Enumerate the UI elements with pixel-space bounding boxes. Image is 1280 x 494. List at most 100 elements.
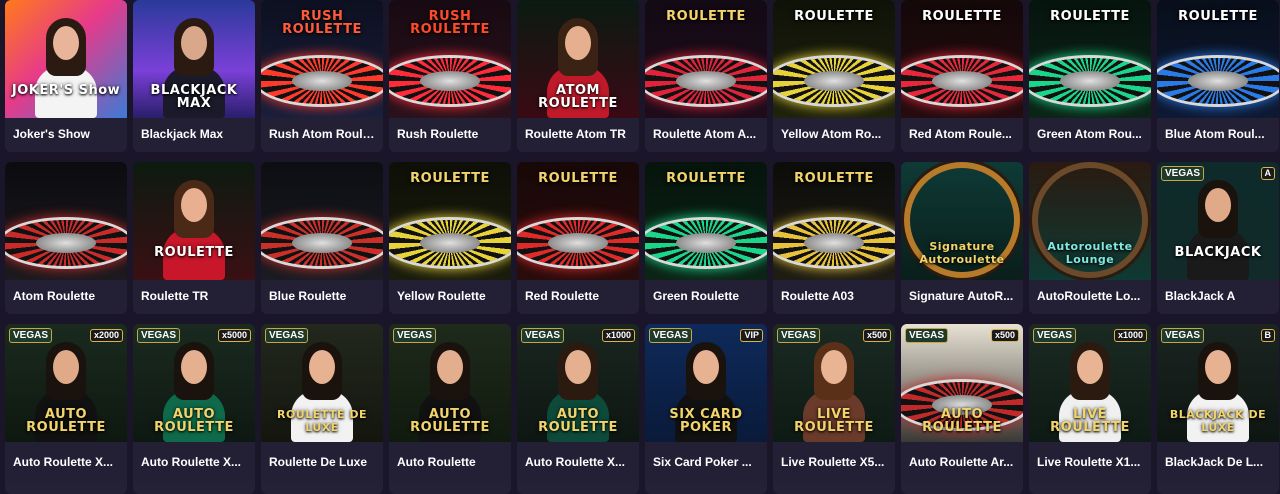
game-thumbnail[interactable]: VEGAS x500 AUTO ROULETTE bbox=[901, 324, 1023, 442]
game-card[interactable]: VEGAS x5000 AUTO ROULETTE Auto Roulette X..… bbox=[133, 324, 255, 494]
game-title[interactable]: BlackJack A bbox=[1157, 280, 1279, 314]
game-thumbnail[interactable]: RUSH ROULETTE bbox=[261, 0, 383, 118]
dealer-face bbox=[565, 350, 591, 384]
game-card[interactable]: VEGAS x500 AUTO ROULETTE Auto Roulette Ar..… bbox=[901, 324, 1023, 494]
game-thumbnail[interactable]: VEGAS x5000 AUTO ROULETTE bbox=[133, 324, 255, 442]
game-title[interactable]: Auto Roulette Ar... bbox=[901, 442, 1023, 482]
game-card[interactable]: RUSH ROULETTE Rush Atom Roulette bbox=[261, 0, 383, 152]
game-card[interactable]: ROULETTE Roulette Atom A... bbox=[645, 0, 767, 152]
game-card[interactable]: ROULETTE Yellow Roulette bbox=[389, 162, 511, 314]
game-title[interactable]: Red Roulette bbox=[517, 280, 639, 314]
multiplier-badge: x5000 bbox=[217, 329, 251, 342]
game-thumbnail[interactable] bbox=[5, 162, 127, 280]
game-card[interactable]: VEGAS x500 LIVE ROULETTE Live Roulette X5..… bbox=[773, 324, 895, 494]
game-title[interactable]: BlackJack De L... bbox=[1157, 442, 1279, 482]
game-card[interactable]: VEGAS A BLACKJACK BlackJack A bbox=[1157, 162, 1279, 314]
game-card[interactable]: ROULETTE Roulette TR bbox=[133, 162, 255, 314]
game-card[interactable]: BLACKJACK MAX Blackjack Max bbox=[133, 0, 255, 152]
game-card[interactable]: ROULETTE Blue Atom Roul... bbox=[1157, 0, 1279, 152]
game-thumbnail[interactable]: VEGAS ROULETTE DE LUXE bbox=[261, 324, 383, 442]
game-artwork: ROULETTE bbox=[645, 0, 767, 118]
game-card[interactable]: ROULETTE Green Roulette bbox=[645, 162, 767, 314]
game-card[interactable]: Signature Autoroulette Signature AutoR... bbox=[901, 162, 1023, 314]
game-thumbnail[interactable]: ROULETTE bbox=[645, 162, 767, 280]
game-title[interactable]: Rush Roulette bbox=[389, 118, 511, 152]
game-card[interactable]: Atom Roulette bbox=[5, 162, 127, 314]
game-artwork: ROULETTE bbox=[773, 0, 895, 118]
game-thumbnail[interactable]: ROULETTE bbox=[901, 0, 1023, 118]
game-card[interactable]: JOKER'S Show Joker's Show bbox=[5, 0, 127, 152]
game-thumbnail[interactable]: VEGAS A BLACKJACK bbox=[1157, 162, 1279, 280]
game-title[interactable]: Yellow Atom Ro... bbox=[773, 118, 895, 152]
game-thumbnail[interactable]: BLACKJACK MAX bbox=[133, 0, 255, 118]
game-title[interactable]: Auto Roulette bbox=[389, 442, 511, 482]
game-title[interactable]: Roulette A03 bbox=[773, 280, 895, 314]
game-title[interactable]: Atom Roulette bbox=[5, 280, 127, 314]
vegas-badge: VEGAS bbox=[649, 328, 693, 343]
game-card[interactable]: VEGAS x2000 AUTO ROULETTE Auto Roulette X..… bbox=[5, 324, 127, 494]
game-title[interactable]: Blackjack Max bbox=[133, 118, 255, 152]
game-thumbnail[interactable]: ROULETTE bbox=[389, 162, 511, 280]
game-card[interactable]: RUSH ROULETTE Rush Roulette bbox=[389, 0, 511, 152]
game-title[interactable]: Auto Roulette X... bbox=[517, 442, 639, 482]
game-title[interactable]: AutoRoulette Lo... bbox=[1029, 280, 1151, 314]
game-title[interactable]: Signature AutoR... bbox=[901, 280, 1023, 314]
game-title[interactable]: Roulette Atom TR bbox=[517, 118, 639, 152]
game-thumbnail[interactable]: VEGAS x1000 LIVE ROULETTE bbox=[1029, 324, 1151, 442]
game-title[interactable]: Six Card Poker ... bbox=[645, 442, 767, 482]
game-card[interactable]: ROULETTE Yellow Atom Ro... bbox=[773, 0, 895, 152]
game-thumbnail[interactable]: ATOM ROULETTE bbox=[517, 0, 639, 118]
game-card[interactable]: Autoroulette Lounge AutoRoulette Lo... bbox=[1029, 162, 1151, 314]
game-card[interactable]: VEGAS VIP SIX CARD POKER Six Card Poker ... bbox=[645, 324, 767, 494]
game-card[interactable]: ROULETTE Green Atom Rou... bbox=[1029, 0, 1151, 152]
game-card[interactable]: VEGAS x1000 LIVE ROULETTE Live Roulette X1.… bbox=[1029, 324, 1151, 494]
game-title[interactable]: Green Roulette bbox=[645, 280, 767, 314]
game-thumbnail[interactable]: ROULETTE bbox=[133, 162, 255, 280]
game-artwork bbox=[261, 162, 383, 280]
game-card[interactable]: Blue Roulette bbox=[261, 162, 383, 314]
game-card[interactable]: VEGAS ROULETTE DE LUXE Roulette De Luxe bbox=[261, 324, 383, 494]
game-logo-text: RUSH ROULETTE bbox=[410, 9, 490, 37]
game-thumbnail[interactable]: Signature Autoroulette bbox=[901, 162, 1023, 280]
game-thumbnail[interactable]: ROULETTE bbox=[645, 0, 767, 118]
game-card[interactable]: ROULETTE Roulette A03 bbox=[773, 162, 895, 314]
game-artwork: VEGAS ROULETTE DE LUXE bbox=[261, 324, 383, 442]
game-thumbnail[interactable]: ROULETTE bbox=[1157, 0, 1279, 118]
game-thumbnail[interactable]: ROULETTE bbox=[773, 162, 895, 280]
roulette-wheel-icon bbox=[1029, 58, 1151, 104]
game-title[interactable]: Blue Atom Roul... bbox=[1157, 118, 1279, 152]
game-thumbnail[interactable]: ROULETTE bbox=[773, 0, 895, 118]
game-title[interactable]: Blue Roulette bbox=[261, 280, 383, 314]
game-thumbnail[interactable]: VEGAS AUTO ROULETTE bbox=[389, 324, 511, 442]
game-title[interactable]: Auto Roulette X... bbox=[133, 442, 255, 482]
game-title[interactable]: Roulette TR bbox=[133, 280, 255, 314]
game-thumbnail[interactable]: ROULETTE bbox=[517, 162, 639, 280]
game-thumbnail[interactable]: VEGAS x2000 AUTO ROULETTE bbox=[5, 324, 127, 442]
game-title[interactable]: Auto Roulette X... bbox=[5, 442, 127, 482]
game-artwork: VEGAS x500 AUTO ROULETTE bbox=[901, 324, 1023, 442]
game-card[interactable]: VEGAS B BLACKJACK DE LUXE BlackJack De L... bbox=[1157, 324, 1279, 494]
game-title[interactable]: Live Roulette X1... bbox=[1029, 442, 1151, 482]
game-thumbnail[interactable]: JOKER'S Show bbox=[5, 0, 127, 118]
game-card[interactable]: ROULETTE Red Roulette bbox=[517, 162, 639, 314]
game-card[interactable]: VEGAS x1000 AUTO ROULETTE Auto Roulette X..… bbox=[517, 324, 639, 494]
game-card[interactable]: ROULETTE Red Atom Roule... bbox=[901, 0, 1023, 152]
game-card[interactable]: ATOM ROULETTE Roulette Atom TR bbox=[517, 0, 639, 152]
game-title[interactable]: Roulette Atom A... bbox=[645, 118, 767, 152]
game-title[interactable]: Live Roulette X5... bbox=[773, 442, 895, 482]
game-thumbnail[interactable]: ROULETTE bbox=[1029, 0, 1151, 118]
game-thumbnail[interactable]: VEGAS VIP SIX CARD POKER bbox=[645, 324, 767, 442]
game-title[interactable]: Yellow Roulette bbox=[389, 280, 511, 314]
game-title[interactable]: Roulette De Luxe bbox=[261, 442, 383, 482]
game-thumbnail[interactable] bbox=[261, 162, 383, 280]
game-title[interactable]: Joker's Show bbox=[5, 118, 127, 152]
game-thumbnail[interactable]: VEGAS x1000 AUTO ROULETTE bbox=[517, 324, 639, 442]
game-thumbnail[interactable]: VEGAS x500 LIVE ROULETTE bbox=[773, 324, 895, 442]
game-thumbnail[interactable]: VEGAS B BLACKJACK DE LUXE bbox=[1157, 324, 1279, 442]
game-title[interactable]: Green Atom Rou... bbox=[1029, 118, 1151, 152]
game-title[interactable]: Rush Atom Roulette bbox=[261, 118, 383, 152]
game-title[interactable]: Red Atom Roule... bbox=[901, 118, 1023, 152]
game-card[interactable]: VEGAS AUTO ROULETTE Auto Roulette bbox=[389, 324, 511, 494]
game-thumbnail[interactable]: RUSH ROULETTE bbox=[389, 0, 511, 118]
game-thumbnail[interactable]: Autoroulette Lounge bbox=[1029, 162, 1151, 280]
